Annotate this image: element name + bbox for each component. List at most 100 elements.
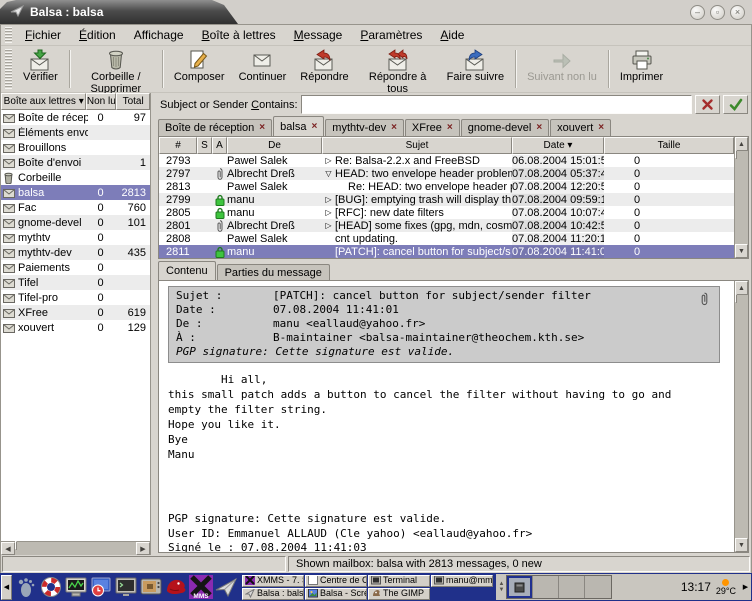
message-row-2793[interactable]: 2793Pawel Salek▷Re: Balsa-2.2.x and Free… [159,154,734,167]
preview-tab-contenu[interactable]: Contenu [158,261,216,280]
mailbox-row-tifel-pro[interactable]: Tifel-pro0 [1,290,150,305]
taskbar-window-xmms-7-san[interactable]: XMMS - 7. San [242,575,304,587]
menu-fichier[interactable]: Fichier [16,26,70,44]
tab-close-icon[interactable]: × [447,123,453,133]
workspace-3[interactable] [559,576,585,598]
column-header-taille[interactable]: Taille [604,137,734,154]
workspace-2[interactable] [533,576,559,598]
mailbox-list-hscrollbar[interactable]: ◀ ▶ [1,541,150,555]
mailbox-column-total[interactable]: Total [116,93,150,110]
mailbox-tab-bo-te-de-r-ception[interactable]: Boîte de réception× [158,119,272,136]
minimize-button[interactable]: – [690,5,705,20]
close-button[interactable]: × [730,5,745,20]
window-list-pager-icon[interactable]: ▲▼ [497,581,506,593]
thread-expander-icon[interactable]: ▷ [322,195,335,204]
taskbar-window-balsa-screen[interactable]: Balsa - Screen [305,588,367,600]
menu-bo-te-lettres[interactable]: Boîte à lettres [193,26,285,44]
r-pondre-button[interactable]: Répondre [293,47,355,91]
mailbox-row-brouillons[interactable]: Brouillons [1,140,150,155]
clock-applet[interactable]: 13:17 29°C [676,579,741,595]
menu-param-tres[interactable]: Paramètres [351,26,431,44]
window-title-tab[interactable]: Balsa : balsa [0,0,238,24]
thread-expander-icon[interactable]: ▷ [322,221,335,230]
menu-message[interactable]: Message [285,26,352,44]
menu-aide[interactable]: Aide [431,26,473,44]
mailbox-row-mythtv[interactable]: mythtv0 [1,230,150,245]
scroll-down-icon[interactable]: ▼ [735,538,748,552]
column-header-sujet[interactable]: Sujet [322,137,512,154]
launcher-paper-plane-icon[interactable] [213,575,238,600]
tab-close-icon[interactable]: × [598,123,604,133]
mailbox-row-corbeille[interactable]: Corbeille [1,170,150,185]
launcher-terminal-icon[interactable] [113,575,138,600]
menu-affichage[interactable]: Affichage [125,26,193,44]
launcher-dragon-icon[interactable] [163,575,188,600]
panel-hide-right-icon[interactable]: ▶ [741,575,750,599]
taskbar-window-manu-mmedi[interactable]: manu@mmedi [431,575,493,587]
mailbox-row-bo-te-d-envoi[interactable]: Boîte d'envoi1 [1,155,150,170]
tab-close-icon[interactable]: × [259,123,265,133]
message-row-2813[interactable]: 2813Pawel SalekRe: HEAD: two envelope he… [159,180,734,193]
hscroll-thumb[interactable] [15,541,17,550]
composer-button[interactable]: Composer [167,47,232,91]
launcher-help-lifesaver-icon[interactable] [38,575,63,600]
thread-expander-icon[interactable]: ▽ [322,169,335,178]
message-row-2811[interactable]: 2811manu[PATCH]: cancel button for subje… [159,245,734,258]
column-header-[interactable]: # [159,137,197,154]
mailbox-row-balsa[interactable]: balsa02813 [1,185,150,200]
mailbox-row-xouvert[interactable]: xouvert0129 [1,320,150,335]
mailbox-row-l-ments-envoy[interactable]: Éléments envoy [1,125,150,140]
mailbox-tab-xouvert[interactable]: xouvert× [550,119,611,136]
column-header-de[interactable]: De [227,137,322,154]
mailbox-tab-xfree[interactable]: XFree× [405,119,460,136]
faire-suivre-button[interactable]: Faire suivre [440,47,511,91]
tab-close-icon[interactable]: × [311,122,317,132]
launcher-screenshot-clock-icon[interactable] [88,575,113,600]
menu-dition[interactable]: Édition [70,26,125,44]
mailbox-row-xfree[interactable]: XFree0619 [1,305,150,320]
message-list-vscrollbar[interactable]: ▲ ▼ [734,137,748,258]
continuer-button[interactable]: Continuer [232,47,294,91]
menubar-drag-handle[interactable] [5,27,12,43]
mailbox-column-non-lu[interactable]: Non lu [86,93,116,110]
column-header-s[interactable]: S [197,137,212,154]
workspace-1[interactable] [507,576,533,598]
filter-input[interactable] [301,95,692,114]
scroll-up-icon[interactable]: ▲ [735,281,748,295]
scroll-right-icon[interactable]: ▶ [136,542,150,555]
clear-filter-button[interactable] [695,95,720,114]
message-view-vscrollbar[interactable]: ▲ ▼ [734,281,748,552]
mailbox-row-fac[interactable]: Fac0760 [1,200,150,215]
attachment-paperclip-icon[interactable] [700,292,709,310]
launcher-gnome-foot-icon[interactable] [13,575,38,600]
toolbar-drag-handle[interactable] [5,49,12,89]
mailbox-row-mythtv-dev[interactable]: mythtv-dev0435 [1,245,150,260]
launcher-video-tv-icon[interactable] [138,575,163,600]
launcher-xmms-icon[interactable]: MMS [188,575,213,600]
column-header-a[interactable]: A [212,137,227,154]
scroll-down-icon[interactable]: ▼ [735,244,748,258]
mailbox-tab-balsa[interactable]: balsa× [273,116,324,136]
column-header-date[interactable]: Date ▾ [512,137,604,154]
v-rifier-button[interactable]: Vérifier [16,47,65,91]
thread-expander-icon[interactable]: ▷ [322,156,335,165]
launcher-system-monitor-icon[interactable] [63,575,88,600]
taskbar-window-the-gimp[interactable]: The GIMP [368,588,430,600]
maximize-button[interactable]: ▫ [710,5,725,20]
message-row-2805[interactable]: 2805manu▷[RFC]: new date filters07.08.20… [159,206,734,219]
mailbox-tab-mythtv-dev[interactable]: mythtv-dev× [325,119,404,136]
taskbar-window-terminal[interactable]: Terminal [368,575,430,587]
vscroll-thumb[interactable] [735,294,737,303]
preview-tab-parties-du-message[interactable]: Parties du message [217,264,330,280]
panel-hide-left-icon[interactable]: ◀ [1,575,12,600]
r-pondre-tous-button[interactable]: Répondre à tous [356,47,440,91]
mailbox-row-paiements[interactable]: Paiements0 [1,260,150,275]
taskbar-window-centre-de-conf[interactable]: Centre de Conf [305,575,367,587]
thread-expander-icon[interactable]: ▷ [322,208,335,217]
corbeille-supprimer-button[interactable]: Corbeille / Supprimer [74,47,158,91]
tab-close-icon[interactable]: × [536,123,542,133]
message-row-2801[interactable]: 2801Albrecht Dreß▷[HEAD] some fixes (gpg… [159,219,734,232]
imprimer-button[interactable]: Imprimer [613,47,670,91]
message-row-2797[interactable]: 2797Albrecht Dreß▽HEAD: two envelope hea… [159,167,734,180]
taskbar-window-balsa-balsa[interactable]: Balsa : balsa [242,588,304,600]
